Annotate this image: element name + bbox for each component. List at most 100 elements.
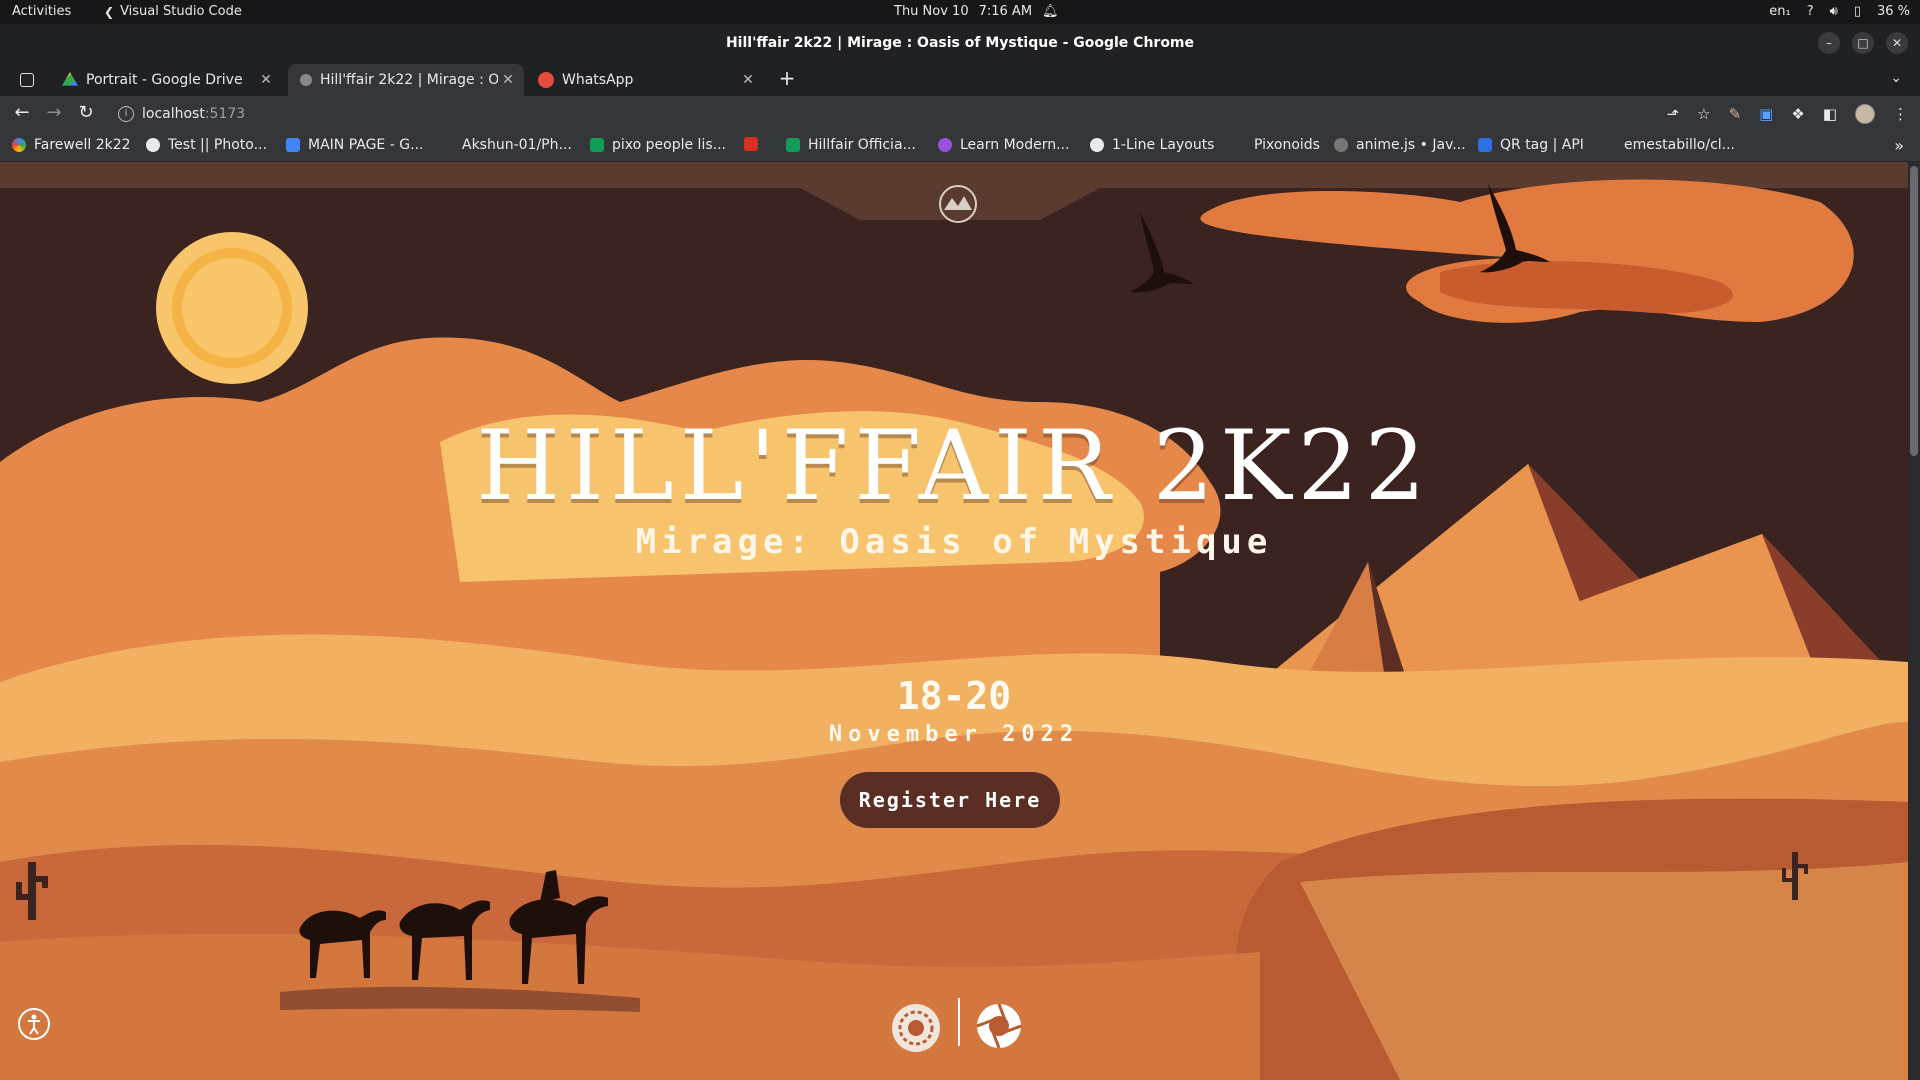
google-drive-icon <box>62 72 78 86</box>
battery-icon: ▯ <box>1853 4 1861 19</box>
anime-js-icon <box>1334 138 1348 152</box>
tab-label: WhatsApp <box>562 72 634 88</box>
accessibility-button[interactable] <box>18 1008 50 1040</box>
chrome-menu-icon[interactable]: ⋮ <box>1893 105 1908 123</box>
bookmark-star-icon[interactable]: ☆ <box>1697 105 1710 123</box>
bookmark-item[interactable]: Farewell 2k22 <box>12 137 131 153</box>
refresh-colorful-icon <box>12 138 26 152</box>
volume-icon: 🔊︎ <box>1829 4 1838 19</box>
activities-button[interactable]: Activities <box>12 4 71 19</box>
badge-divider <box>958 998 960 1046</box>
bookmark-label: 1-Line Layouts <box>1112 137 1215 153</box>
bookmark-item[interactable]: emestabillo/cl... <box>1602 137 1735 153</box>
cactus-icon <box>16 862 48 920</box>
close-tab-icon[interactable]: ✕ <box>738 72 758 88</box>
bookmark-item[interactable]: MAIN PAGE - G... <box>286 137 423 153</box>
scrollbar-thumb[interactable] <box>1910 166 1918 456</box>
close-tab-icon[interactable]: ✕ <box>498 72 518 88</box>
desert-background <box>0 162 1908 1080</box>
bookmark-label: Farewell 2k22 <box>34 137 131 153</box>
profile-avatar[interactable] <box>1855 104 1875 124</box>
github-icon <box>440 138 454 152</box>
hillfair-logo-icon[interactable] <box>938 184 978 224</box>
battery-percent: 36 % <box>1876 4 1910 19</box>
bookmark-item[interactable]: anime.js • Jav... <box>1334 137 1466 153</box>
bookmark-item[interactable]: Akshun-01/Ph... <box>440 137 572 153</box>
more-bookmarks-icon[interactable]: » <box>1894 136 1904 155</box>
event-month: November 2022 <box>828 722 1080 747</box>
forward-button[interactable]: → <box>42 102 66 123</box>
tab-search-button[interactable] <box>14 64 54 96</box>
maximize-button[interactable]: □ <box>1852 32 1874 54</box>
tab-label: Portrait - Google Drive <box>86 72 243 88</box>
event-dates: 18-20 <box>896 674 1012 718</box>
globe-icon <box>146 138 160 152</box>
github-icon <box>1602 138 1616 152</box>
clock[interactable]: Thu Nov 10 7:16 AM 🔔︎ <box>894 4 1059 19</box>
new-tab-button[interactable]: + <box>774 66 800 90</box>
extensions-puzzle-icon[interactable]: ❖ <box>1791 105 1804 123</box>
bookmark-label: Hillfair Officia... <box>808 137 916 153</box>
bookmark-item[interactable]: QR tag | API <box>1478 137 1584 153</box>
nith-emblem-icon[interactable] <box>890 1002 942 1054</box>
red-bookmark-icon <box>744 137 758 151</box>
bookmark-label: emestabillo/cl... <box>1624 137 1736 153</box>
extension-pencil-icon[interactable]: ✎ <box>1729 105 1742 123</box>
bookmark-label: Test || Photo... <box>168 137 267 153</box>
bookmark-item[interactable]: Test || Photo... <box>146 137 267 153</box>
bird-silhouette-icon <box>1130 212 1194 293</box>
qr-icon <box>1478 138 1492 152</box>
system-tray[interactable]: en₁ ? 🔊︎ ▯ 36 % <box>1769 4 1910 19</box>
tab-list-chevron-icon[interactable]: ⌄ <box>1890 70 1902 86</box>
close-window-button[interactable]: ✕ <box>1886 32 1908 54</box>
hero-subtitle: Mirage: Oasis of Mystique <box>635 522 1273 562</box>
tab-label: Hill'ffair 2k22 | Mirage : O <box>320 72 498 88</box>
window-title-bar: Hill'ffair 2k22 | Mirage : Oasis of Myst… <box>0 24 1920 62</box>
side-panel-icon[interactable]: ◧ <box>1823 105 1837 123</box>
close-tab-icon[interactable]: ✕ <box>256 72 276 88</box>
date-label: Thu Nov 10 <box>894 4 969 19</box>
extension-window-icon[interactable]: ▣ <box>1759 105 1773 123</box>
window-controls: – □ ✕ <box>1818 32 1908 54</box>
app-name: Visual Studio Code <box>120 4 242 19</box>
bookmark-item[interactable]: Learn Modern... <box>938 137 1069 153</box>
camel-caravan-icon <box>299 870 608 984</box>
bookmarks-bar: Farewell 2k22 Test || Photo... MAIN PAGE… <box>0 132 1920 162</box>
page-scrollbar[interactable] <box>1908 162 1920 1080</box>
browser-toolbar: ← → ↻ i localhost:5173 ⬏ ☆ ✎ ▣ ❖ ◧ ⋮ <box>0 96 1920 132</box>
tab-hillfair[interactable]: Hill'ffair 2k22 | Mirage : O ✕ <box>288 64 524 96</box>
toolbar-actions: ⬏ ☆ ✎ ▣ ❖ ◧ ⋮ <box>1667 104 1908 124</box>
bookmark-label: MAIN PAGE - G... <box>308 137 424 153</box>
cactus-icon <box>1782 852 1808 900</box>
bookmark-label: Akshun-01/Ph... <box>462 137 572 153</box>
accessibility-icon <box>28 1014 40 1035</box>
help-icon: ? <box>1806 4 1814 19</box>
bookmark-item[interactable]: 1-Line Layouts <box>1090 137 1214 153</box>
bookmark-label: anime.js • Jav... <box>1356 137 1466 153</box>
bookmark-item[interactable]: Pixonoids <box>1232 137 1320 153</box>
bookmark-item[interactable]: pixo people lis... <box>590 137 726 153</box>
site-info-icon[interactable]: i <box>118 106 134 122</box>
app-menu[interactable]: ❮ Visual Studio Code <box>104 4 242 19</box>
share-icon[interactable]: ⬏ <box>1667 105 1680 123</box>
tab-whatsapp[interactable]: WhatsApp ✕ <box>526 64 764 96</box>
aperture-logo-icon[interactable] <box>975 1002 1023 1050</box>
whatsapp-icon <box>538 72 554 88</box>
bookmark-item[interactable]: Hillfair Officia... <box>786 137 916 153</box>
tab-strip: Portrait - Google Drive ✕ Hill'ffair 2k2… <box>0 62 1920 96</box>
system-top-bar: Activities ❮ Visual Studio Code Thu Nov … <box>0 0 1920 24</box>
language-indicator[interactable]: en₁ <box>1769 4 1790 19</box>
url-host: localhost <box>142 106 205 122</box>
tab-google-drive[interactable]: Portrait - Google Drive ✕ <box>50 64 282 96</box>
minimize-button[interactable]: – <box>1818 32 1840 54</box>
bookmark-label: pixo people lis... <box>612 137 726 153</box>
register-button[interactable]: Register Here <box>840 772 1060 828</box>
tab-search-icon <box>20 73 34 87</box>
address-bar[interactable]: i localhost:5173 <box>108 100 1698 128</box>
reload-button[interactable]: ↻ <box>74 102 98 123</box>
hero-title: HILL'FFAIR 2K22 <box>476 410 1432 522</box>
bookmark-label: QR tag | API <box>1500 137 1584 153</box>
bell-icon: 🔔︎ <box>1042 4 1059 19</box>
bookmark-item[interactable] <box>744 137 766 151</box>
back-button[interactable]: ← <box>10 102 34 123</box>
